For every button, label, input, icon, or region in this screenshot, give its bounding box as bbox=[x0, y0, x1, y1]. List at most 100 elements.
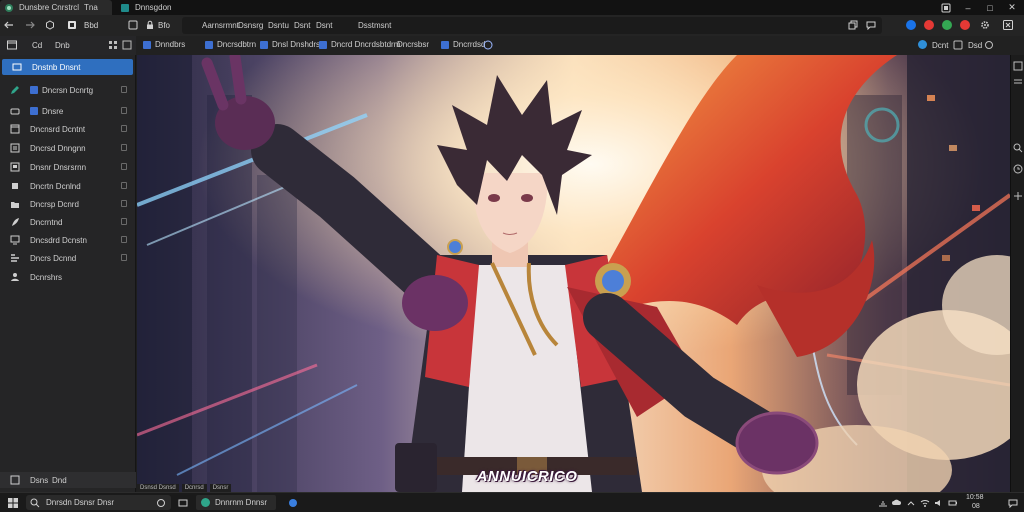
page-icon[interactable] bbox=[128, 20, 138, 30]
chat-icon[interactable] bbox=[866, 20, 876, 30]
tab-title: Dunsbre Cnrstrcl bbox=[19, 3, 80, 12]
status-item[interactable]: Dsnsr bbox=[209, 484, 232, 492]
tray-volume-icon[interactable] bbox=[934, 498, 944, 508]
item-menu-icon[interactable] bbox=[121, 144, 127, 151]
rail-search-icon[interactable] bbox=[1013, 143, 1023, 153]
notification-icon[interactable] bbox=[1008, 498, 1018, 508]
sidebar-item[interactable]: Dncsdrd Dcnstn bbox=[0, 232, 136, 248]
taskbar-search-box[interactable]: Dnrsdn Dsnsr Dnsr bbox=[26, 495, 171, 510]
artwork-caption: ANNUICRICO bbox=[476, 468, 578, 485]
sidebar-item-label: Dncnsrd Dcntnt bbox=[30, 125, 86, 134]
tray-battery-icon[interactable] bbox=[948, 498, 958, 508]
bookmark-item[interactable]: Dncrsdbtrn bbox=[205, 40, 256, 49]
back-icon[interactable] bbox=[4, 20, 14, 30]
close-button[interactable]: ✕ bbox=[1002, 0, 1022, 15]
tab-active[interactable]: Dunsbre Cnrstrcl Tna bbox=[0, 0, 112, 15]
tray-network-icon[interactable] bbox=[878, 498, 888, 508]
address-segment: Aarnsrmnt bbox=[202, 21, 239, 30]
grid-icon[interactable] bbox=[108, 40, 118, 50]
start-windows-icon[interactable] bbox=[8, 498, 18, 508]
extension-green-icon[interactable] bbox=[942, 20, 952, 30]
bookmark-folder-icon[interactable] bbox=[483, 40, 493, 50]
sidebar-item-selected[interactable]: Dnstnb Dnsnt bbox=[2, 59, 133, 75]
sidebar-header-label[interactable]: Cd bbox=[32, 41, 42, 50]
forward-icon[interactable] bbox=[25, 20, 35, 30]
tab-second[interactable]: Dnnsgdon bbox=[116, 0, 190, 15]
refresh-icon[interactable] bbox=[45, 20, 55, 30]
monitor-icon bbox=[10, 235, 20, 245]
sidebar-item[interactable]: Dncrsd Dnngnn bbox=[0, 140, 136, 156]
taskbar-app-button[interactable]: Dnnrnm Dnnsr bbox=[196, 495, 276, 510]
sidebar-toggle-icon[interactable] bbox=[7, 40, 17, 50]
reader-icon[interactable] bbox=[953, 40, 963, 50]
window-icon[interactable] bbox=[936, 0, 956, 15]
item-menu-icon[interactable] bbox=[121, 163, 127, 170]
item-menu-icon[interactable] bbox=[121, 86, 127, 93]
bookmark-item[interactable]: Dncrd Dncrdsbtdrm bbox=[319, 40, 400, 49]
minimize-button[interactable]: – bbox=[958, 0, 978, 15]
bookmark-item[interactable]: Dnndbrs bbox=[143, 40, 185, 49]
taskbar-app-icon[interactable] bbox=[288, 498, 298, 508]
copy-icon[interactable] bbox=[848, 20, 858, 30]
bookmark-item[interactable]: Dncrrdsd bbox=[441, 40, 485, 49]
settings-gear-icon[interactable] bbox=[980, 20, 990, 30]
rail-list-icon[interactable] bbox=[1013, 77, 1023, 87]
status-item[interactable]: Dcnrsd bbox=[181, 484, 207, 492]
sidebar-item[interactable]: Dncrsp Dcnrd bbox=[0, 196, 136, 212]
extension-red-icon[interactable] bbox=[924, 20, 934, 30]
tray-wifi-icon[interactable] bbox=[920, 498, 930, 508]
tools-icon bbox=[10, 253, 20, 263]
status-strip: Dsnsd Dsnsd Dcnrsd Dsnsr bbox=[137, 484, 232, 492]
extensions-icon[interactable] bbox=[984, 40, 994, 50]
extension-record-icon[interactable] bbox=[960, 20, 970, 30]
item-menu-icon[interactable] bbox=[121, 125, 127, 132]
app-square-icon bbox=[30, 86, 38, 94]
address-segment: Dsnt bbox=[294, 21, 311, 30]
task-view-icon[interactable] bbox=[178, 498, 188, 508]
tray-cloud-icon[interactable] bbox=[892, 498, 902, 508]
rail-add-icon[interactable] bbox=[1013, 191, 1023, 201]
rail-panel-icon[interactable] bbox=[1013, 61, 1023, 71]
item-menu-icon[interactable] bbox=[121, 200, 127, 207]
clock-date[interactable]: 08 bbox=[972, 503, 980, 510]
more-icon[interactable] bbox=[122, 40, 132, 50]
bookmark-label: Dnndbrs bbox=[155, 40, 186, 49]
status-item[interactable]: Dsnsd Dsnsd bbox=[137, 484, 179, 492]
sidebar-item[interactable]: Dncrsn Dcnrtg bbox=[0, 82, 136, 98]
item-menu-icon[interactable] bbox=[121, 254, 127, 261]
bookmark-item[interactable]: Dnsl Dnshdrs bbox=[260, 40, 320, 49]
app-icon bbox=[201, 498, 210, 507]
sidebar-item[interactable]: Dncnsrd Dcntnt bbox=[0, 121, 136, 137]
tray-chevron-up-icon[interactable] bbox=[906, 498, 916, 508]
item-menu-icon[interactable] bbox=[121, 236, 127, 243]
account-icon[interactable] bbox=[918, 40, 927, 49]
close-panel-icon[interactable] bbox=[1003, 20, 1013, 30]
address-segment: Dsnsrg bbox=[238, 21, 264, 30]
sidebar-header-label[interactable]: Dnb bbox=[55, 41, 70, 50]
sidebar-item[interactable]: Dncrntnd bbox=[0, 214, 136, 230]
sidebar-footer[interactable]: Dsns Dnd bbox=[0, 472, 136, 488]
search-placeholder: Dnrsdn Dsnsr Dnsr bbox=[46, 498, 115, 507]
sidebar-item-label: Dnsnr Dnsrsrnn bbox=[30, 163, 87, 172]
extension-blue-icon[interactable] bbox=[906, 20, 916, 30]
feather-icon bbox=[10, 217, 20, 227]
maximize-button[interactable]: □ bbox=[980, 0, 1000, 15]
account-label[interactable]: Dcnt bbox=[932, 41, 948, 50]
lock-icon[interactable] bbox=[145, 20, 155, 30]
bookmark-icon bbox=[143, 40, 151, 49]
item-menu-icon[interactable] bbox=[121, 218, 127, 225]
sidebar-item[interactable]: Dncrtn Dcnlnd bbox=[0, 178, 136, 194]
address-bar[interactable]: Aarnsrmnt Dsnsrg Dsntu Dsnt Dsnt Dsstmsn… bbox=[182, 17, 882, 34]
sidebar-item[interactable]: Dnsre bbox=[0, 103, 136, 119]
profile-label: Bbd bbox=[84, 21, 99, 30]
reader-label[interactable]: Dsd bbox=[968, 41, 982, 50]
item-menu-icon[interactable] bbox=[121, 107, 127, 114]
bookmark-item[interactable]: Dncrsbsr bbox=[397, 40, 429, 49]
profile-icon[interactable] bbox=[67, 20, 77, 30]
sidebar-item[interactable]: Dncrs Dcnnd bbox=[0, 250, 136, 266]
sidebar-item[interactable]: Dnsnr Dnsrsrnn bbox=[0, 159, 136, 175]
item-menu-icon[interactable] bbox=[121, 182, 127, 189]
clock-time[interactable]: 10:58 bbox=[966, 494, 984, 501]
rail-clock-icon[interactable] bbox=[1013, 164, 1023, 174]
sidebar-item[interactable]: Dcnrshrs bbox=[0, 269, 136, 285]
